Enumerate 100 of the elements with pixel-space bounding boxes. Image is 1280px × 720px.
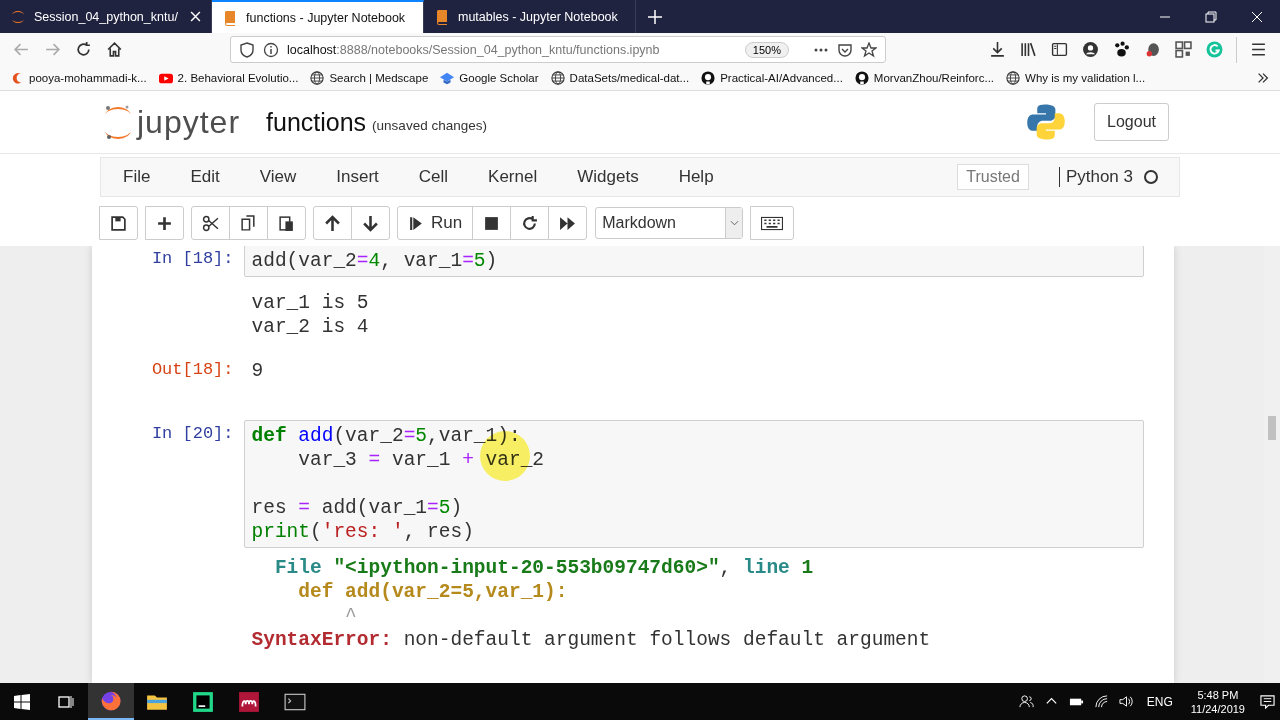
people-icon[interactable] xyxy=(1018,694,1034,709)
close-icon[interactable] xyxy=(190,11,201,22)
menu-item[interactable]: File xyxy=(123,167,151,187)
account-icon[interactable] xyxy=(1082,41,1099,58)
url-text: localhost:8888/notebooks/Session_04_python_kntu/functions.ipynb xyxy=(287,42,661,57)
move-down-button[interactable] xyxy=(351,206,390,240)
bookmark[interactable]: pooya-mohammadi-k... xyxy=(10,71,147,85)
video-icon xyxy=(158,71,173,85)
cut-button[interactable] xyxy=(191,206,230,240)
scissors-icon xyxy=(202,214,219,232)
logout-button[interactable]: Logout xyxy=(1094,103,1169,141)
menu-item[interactable]: Cell xyxy=(418,167,449,187)
restore-icon[interactable] xyxy=(1205,10,1217,23)
start-icon[interactable] xyxy=(14,693,30,710)
arrow-down-icon xyxy=(362,214,379,232)
plus-icon xyxy=(156,214,173,232)
bookmark[interactable]: MorvanZhou/Reinforc... xyxy=(854,71,995,85)
task-view-icon[interactable] xyxy=(58,693,74,710)
globe-icon xyxy=(1006,71,1021,85)
sidebar-icon[interactable] xyxy=(1051,41,1068,58)
bookmark[interactable]: Practical-AI/Advanced... xyxy=(701,71,843,85)
chevron-icon[interactable] xyxy=(1256,71,1270,85)
bookmark[interactable]: Google Scholar xyxy=(440,71,539,85)
caret-icon xyxy=(729,220,739,226)
notebook-title[interactable]: functions xyxy=(266,107,367,137)
info-icon xyxy=(263,41,279,58)
output-prompt: Out[18]: xyxy=(150,359,235,381)
stop-button[interactable] xyxy=(472,206,512,240)
menu-item[interactable]: View xyxy=(259,167,297,187)
menu-item[interactable]: Edit xyxy=(190,167,220,187)
menu-item[interactable]: Insert xyxy=(336,167,379,187)
paste-button[interactable] xyxy=(267,206,306,240)
run-button[interactable]: Run xyxy=(397,206,474,240)
volume-icon[interactable] xyxy=(1118,694,1134,709)
move-up-button[interactable] xyxy=(313,206,352,240)
reload-icon[interactable] xyxy=(75,41,92,58)
bookmark[interactable]: DataSets/medical-dat... xyxy=(550,71,690,85)
browser-tab[interactable]: functions - Jupyter Notebook xyxy=(212,0,424,33)
pycharm-icon xyxy=(192,690,214,713)
bookmark[interactable]: 2. Behavioral Evolutio... xyxy=(158,71,299,85)
paw-icon[interactable] xyxy=(1113,41,1130,58)
bookmark[interactable]: Search | Medscape xyxy=(310,71,429,85)
input-prompt: In [18]: xyxy=(150,248,235,270)
code-editor[interactable]: add(var_2=4, var_1=5) xyxy=(243,246,1144,277)
menu-icon[interactable] xyxy=(1250,41,1267,58)
error-output: File "<ipython-input-20-553b09747d60>", line 1 def add(var_2=5,var_1): ^ SyntaxError: non-default argument follows default argument xyxy=(250,556,932,653)
bookmark-label: Google Scholar xyxy=(459,72,539,84)
keyboard-button[interactable] xyxy=(750,206,795,240)
restart-icon xyxy=(521,214,539,232)
tab-title: mutables - Jupyter Notebook xyxy=(458,9,618,24)
swirl-icon xyxy=(10,71,24,85)
language-indicator[interactable]: ENG xyxy=(1146,694,1173,709)
tab-title: Session_04_python_kntu/ xyxy=(34,9,179,24)
bookmark-label: Why is my validation l... xyxy=(1025,72,1146,84)
bookmark-label: Practical-AI/Advanced... xyxy=(720,72,843,84)
tab-title: functions - Jupyter Notebook xyxy=(246,10,406,25)
bookmark-label: 2. Behavioral Evolutio... xyxy=(177,72,299,84)
kernel-name: Python 3 xyxy=(1058,167,1133,187)
bookmark[interactable]: Why is my validation l... xyxy=(1006,71,1146,85)
jupyter-logo[interactable]: jupyter xyxy=(103,103,241,141)
wifi-icon[interactable] xyxy=(1093,694,1109,709)
bookmark-label: DataSets/medical-dat... xyxy=(569,72,690,84)
download-icon[interactable] xyxy=(989,41,1006,58)
new-tab-icon[interactable] xyxy=(648,9,662,24)
menu-item[interactable]: Help xyxy=(678,167,714,187)
cell-output: var_1 is 5 var_2 is 4 xyxy=(250,291,370,340)
jupyter-icon xyxy=(10,8,26,25)
python-logo xyxy=(1026,102,1067,142)
qr-code-icon[interactable] xyxy=(1175,41,1192,58)
firefox-icon xyxy=(100,689,122,712)
pocket-icon[interactable] xyxy=(837,41,853,58)
menu-item[interactable]: Kernel xyxy=(488,167,538,187)
close-icon[interactable] xyxy=(1251,10,1263,23)
notification-icon[interactable] xyxy=(1260,694,1275,709)
input-prompt: In [20]: xyxy=(150,423,235,445)
trusted-indicator[interactable]: Trusted xyxy=(957,164,1029,190)
save-button[interactable] xyxy=(99,206,138,240)
paste-icon xyxy=(278,214,295,232)
stop-icon xyxy=(483,214,501,232)
arrow-up-icon xyxy=(324,214,341,232)
cell-type-dropdown[interactable]: Markdown xyxy=(595,207,744,239)
taskbar-app[interactable] xyxy=(88,683,134,720)
copy-button[interactable] xyxy=(229,206,268,240)
keyboard-icon xyxy=(761,214,784,232)
book-icon xyxy=(222,9,238,26)
save-status: (unsaved changes) xyxy=(372,117,487,133)
copy-icon xyxy=(240,214,257,232)
menu-item[interactable]: Widgets xyxy=(577,167,639,187)
address-bar[interactable]: localhost:8888/notebooks/Session_04_python_kntu/functions.ipynb 150% xyxy=(230,36,886,63)
library-icon[interactable] xyxy=(1020,41,1037,58)
fast-forward-button[interactable] xyxy=(548,206,588,240)
home-icon[interactable] xyxy=(106,41,123,58)
step-icon xyxy=(408,214,425,232)
book-icon xyxy=(434,8,450,25)
add-cell-button[interactable] xyxy=(145,206,184,240)
restart-button[interactable] xyxy=(510,206,550,240)
clock[interactable]: 5:48 PM 11/24/2019 xyxy=(1190,687,1245,716)
github-icon xyxy=(854,71,869,85)
star-icon[interactable] xyxy=(861,41,877,58)
zoom-level[interactable]: 150% xyxy=(744,41,789,58)
